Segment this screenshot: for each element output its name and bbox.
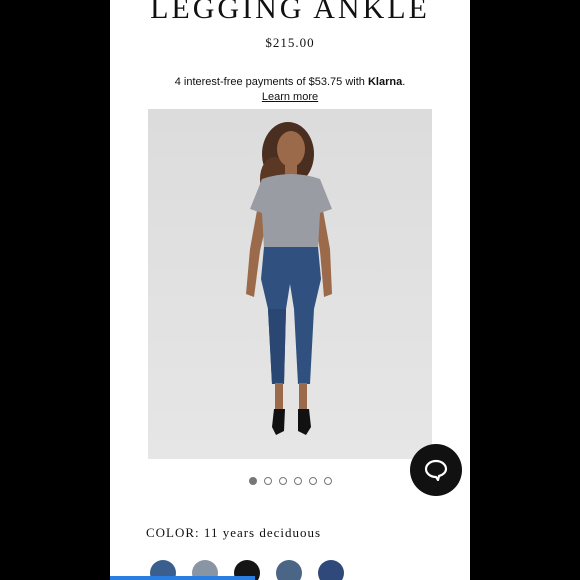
chat-button[interactable] — [410, 444, 462, 496]
progress-bar — [110, 576, 255, 580]
learn-more-row: Learn more — [110, 91, 470, 103]
gallery-dot[interactable] — [323, 477, 332, 485]
product-page: LEGGING ANKLE $215.00 4 interest-free pa… — [110, 0, 470, 580]
gallery-dot[interactable] — [248, 477, 257, 485]
klarna-text: 4 interest-free payments of $53.75 with — [174, 76, 368, 88]
color-selector-label: COLOR: 11 years deciduous — [146, 525, 321, 541]
color-value: 11 years deciduous — [203, 525, 322, 540]
chat-bubble-icon — [424, 459, 448, 481]
gallery-dot[interactable] — [278, 477, 287, 485]
klarna-suffix: . — [402, 76, 406, 88]
gallery-dot[interactable] — [308, 477, 317, 485]
gallery-dot[interactable] — [293, 477, 302, 485]
color-label: COLOR: — [146, 525, 200, 540]
gallery-dot[interactable] — [263, 477, 272, 485]
product-price: $215.00 — [265, 35, 315, 50]
product-title: LEGGING ANKLE — [150, 0, 430, 25]
model-illustration — [246, 122, 332, 435]
product-image[interactable] — [148, 109, 432, 459]
color-swatch[interactable] — [318, 560, 344, 580]
klarna-message: 4 interest-free payments of $53.75 with … — [110, 76, 470, 88]
klarna-logo: Klarna — [367, 76, 403, 88]
learn-more-link[interactable]: Learn more — [262, 91, 318, 103]
color-swatch[interactable] — [276, 560, 302, 580]
